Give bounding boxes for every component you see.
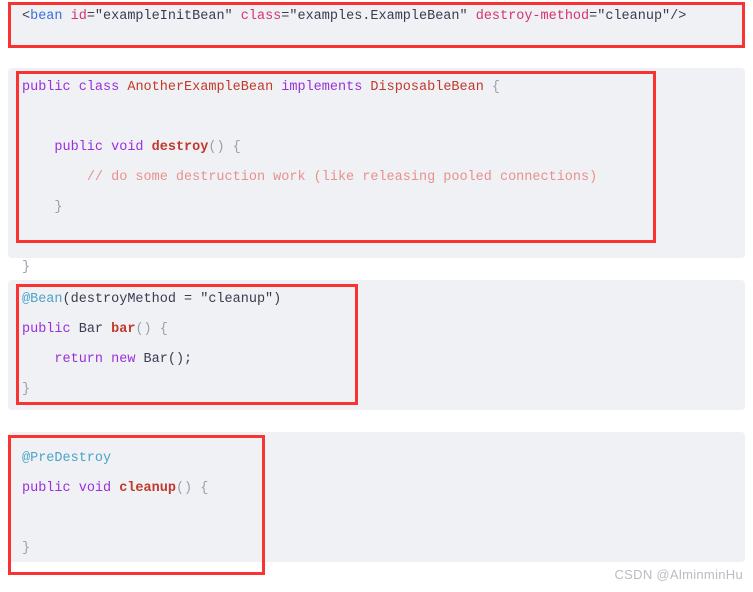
code-token-type: AnotherExampleBean bbox=[127, 80, 274, 95]
code-token-brace: } bbox=[22, 260, 31, 275]
code-token-kw: return bbox=[54, 352, 104, 367]
code-line: } bbox=[22, 193, 597, 223]
code-token-str: ="cleanup"/> bbox=[589, 9, 687, 24]
code-line: @Bean(destroyMethod = "cleanup") bbox=[22, 285, 281, 315]
code-token-kw: public bbox=[22, 80, 71, 95]
code-line: } bbox=[22, 253, 597, 283]
code-token-kw: public bbox=[22, 322, 71, 337]
code-token-anno: @PreDestroy bbox=[22, 451, 112, 466]
code-token-kw: implements bbox=[281, 80, 363, 95]
code-line: public void destroy() { bbox=[22, 133, 597, 163]
code-line: // do some destruction work (like releas… bbox=[22, 163, 597, 193]
csdn-watermark: CSDN @AlminminHu bbox=[614, 567, 743, 582]
code-token-kw: new bbox=[111, 352, 136, 367]
code-token-attr: id bbox=[70, 9, 87, 24]
code-token-plain: (destroyMethod = "cleanup") bbox=[62, 292, 282, 307]
code-token-plain: Bar bbox=[78, 322, 104, 337]
code-line: public void cleanup() { bbox=[22, 474, 208, 504]
code-token-plain: Bar(); bbox=[143, 352, 193, 367]
code-token-tag: bean bbox=[30, 9, 63, 24]
code-token-brace: } bbox=[22, 541, 31, 556]
code-token-brace: } bbox=[22, 382, 31, 397]
code-token-punct: < bbox=[22, 9, 31, 24]
code-token-brace: } bbox=[22, 200, 63, 215]
code-body-xml-bean: <bean id="exampleInitBean" class="exampl… bbox=[22, 2, 686, 62]
code-panel-predestroy: @PreDestroy public void cleanup() { } bbox=[8, 432, 745, 562]
code-token-brace: () { bbox=[208, 140, 241, 155]
screenshot-page: <bean id="exampleInitBean" class="exampl… bbox=[0, 0, 753, 592]
code-token-fn: destroy bbox=[151, 140, 209, 155]
code-token-fn: cleanup bbox=[119, 481, 176, 496]
code-token-attr: destroy-method bbox=[475, 9, 590, 24]
code-token-str: ="exampleInitBean" bbox=[86, 9, 241, 24]
code-token-brace: { bbox=[483, 80, 501, 95]
code-token-fn: bar bbox=[111, 322, 136, 337]
code-body-another-example-bean: public class AnotherExampleBean implemen… bbox=[22, 73, 597, 283]
code-token-anno: @Bean bbox=[22, 292, 63, 307]
code-token-type: DisposableBean bbox=[370, 80, 484, 95]
code-token-str: ="examples.ExampleBean" bbox=[281, 9, 476, 24]
code-token-kw: class bbox=[78, 80, 120, 95]
code-token-kw: void bbox=[111, 140, 144, 155]
code-body-predestroy: @PreDestroy public void cleanup() { } bbox=[22, 444, 208, 564]
code-line: } bbox=[22, 375, 281, 405]
code-line: <bean id="exampleInitBean" class="exampl… bbox=[22, 2, 686, 32]
code-token-kw: public bbox=[54, 140, 104, 155]
code-token-kw: public bbox=[22, 481, 71, 496]
code-token-attr: class bbox=[240, 9, 282, 24]
code-line: public Bar bar() { bbox=[22, 315, 281, 345]
code-panel-xml-bean: <bean id="exampleInitBean" class="exampl… bbox=[8, 2, 745, 48]
code-line: public class AnotherExampleBean implemen… bbox=[22, 73, 597, 103]
code-panel-bean-destroy-method: @Bean(destroyMethod = "cleanup") public B… bbox=[8, 280, 745, 410]
code-token-comment: // do some destruction work (like releas… bbox=[86, 170, 598, 185]
code-line: @PreDestroy bbox=[22, 444, 208, 474]
code-body-bean-destroy-method: @Bean(destroyMethod = "cleanup") public B… bbox=[22, 285, 281, 405]
code-panel-another-example-bean: public class AnotherExampleBean implemen… bbox=[8, 68, 745, 275]
code-token-kw: void bbox=[78, 481, 112, 496]
code-token-brace: () { bbox=[135, 322, 168, 337]
code-token-brace: () { bbox=[175, 481, 209, 496]
code-line: } bbox=[22, 534, 208, 564]
code-line: return new Bar(); bbox=[22, 345, 281, 375]
